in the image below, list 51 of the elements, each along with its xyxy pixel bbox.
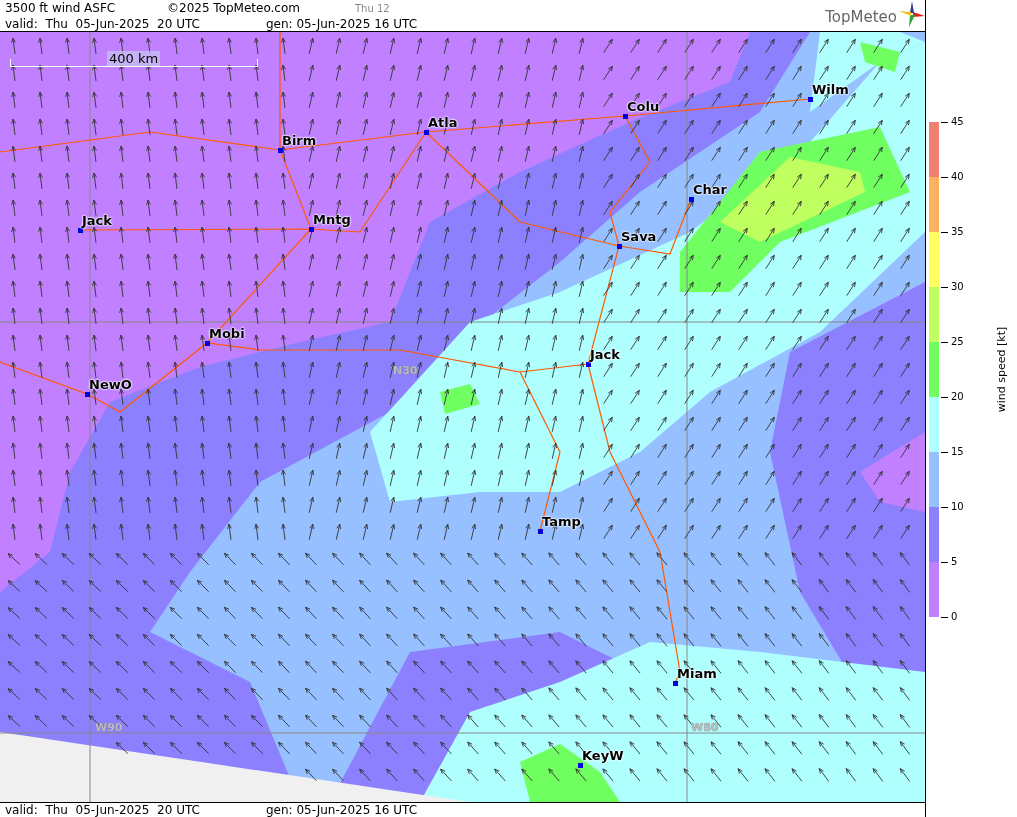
grid-coordinate-label: W80 [691,721,719,734]
city-marker [673,681,678,686]
legend-tick-label: 20 [941,391,964,403]
generated-time-text: gen: 05-Jun-2025 16 UTC [266,803,418,817]
legend-tick-label: 15 [941,446,964,458]
grid-coordinate-label: N30 [393,364,418,377]
city-marker [278,148,283,153]
compass-star-icon [899,1,925,27]
legend-tick-label: 25 [941,336,964,348]
city-marker [85,392,90,397]
legend-tick-label: 35 [941,226,964,238]
city-label: KeyW [582,748,624,763]
city-marker [538,529,543,534]
legend-tick-label: 30 [941,281,964,293]
city-label: Sava [621,229,657,244]
city-label: Miam [677,666,717,681]
generated-time-text: gen: 05-Jun-2025 16 UTC [266,17,418,31]
city-label: Atla [428,115,458,130]
valid-time-text: valid: Thu 05-Jun-2025 20 UTC [5,17,200,31]
legend-tick-label: 0 [941,611,964,623]
city-label: Jack [82,213,112,228]
city-label: Birm [282,133,317,148]
city-marker [578,763,583,768]
map-title: 3500 ft wind ASFC [5,1,117,15]
scale-label: 400 km [107,51,161,66]
city-marker [309,227,314,232]
copyright-text: ©2025 TopMeteo.com [167,1,301,15]
legend-title: wind speed [kt] [995,326,1009,413]
city-marker [808,97,813,102]
legend-tick-label: 5 [941,556,964,568]
city-label: Colu [627,99,660,114]
city-label: Char [693,182,727,197]
legend-tick-label: 10 [941,501,964,513]
city-marker [586,362,591,367]
legend-tick-label: 45 [941,116,964,128]
city-marker [623,114,628,119]
city-label: Tamp [542,514,581,529]
city-marker [424,130,429,135]
city-marker [617,244,622,249]
city-label: Jack [590,347,620,362]
city-marker [205,341,210,346]
city-label: Wilm [812,82,849,97]
city-marker [689,197,694,202]
valid-time-text: valid: Thu 05-Jun-2025 20 UTC [5,803,200,817]
grid-coordinate-label: W90 [95,721,123,734]
forecast-step-label: Thu 12 [355,2,390,14]
city-label: NewO [89,377,132,392]
legend-tick-label: 40 [941,171,964,183]
city-marker [78,228,83,233]
logo-text: TopMeteo [825,8,897,26]
city-label: Mntg [313,212,351,227]
